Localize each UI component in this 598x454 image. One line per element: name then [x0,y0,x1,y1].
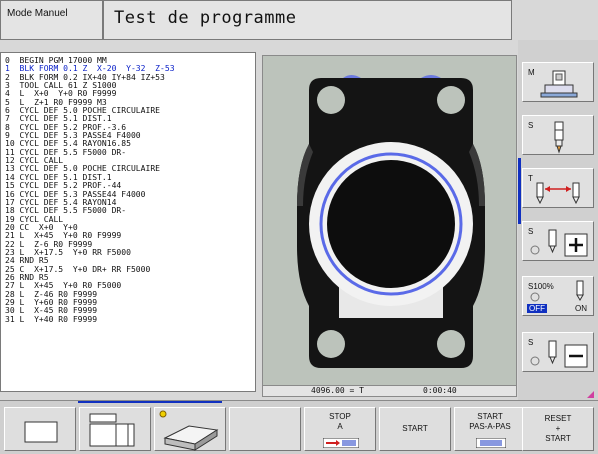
off-toggle[interactable]: OFF [527,304,547,313]
corner-hole [317,86,345,114]
block-3d-icon [159,410,219,451]
window-icon [24,421,58,443]
mode-text: Mode Manuel [7,8,68,19]
s-minus-button[interactable]: S [522,332,594,372]
start-single-block-button[interactable]: START PAS-A-PAS [454,407,526,451]
scroll-arrow-icon[interactable] [586,390,596,400]
stop-program-icon [323,438,359,448]
reset-start-button[interactable]: RESET + START [522,407,594,451]
start-pas-label-sub: PAS-A-PAS [469,422,511,431]
empty-softkey[interactable] [229,407,301,451]
spindle-icon [540,70,578,98]
spindle-plus-icon [530,229,588,257]
active-marker [518,158,521,224]
stop-label-sub: A [337,422,343,431]
mode-label: Mode Manuel [0,0,103,40]
tool-change-icon [536,182,580,205]
program-listing[interactable]: 0 BEGIN PGM 17000 MM 1 BLK FORM 0.1 Z X-2… [0,52,256,392]
reset-plus: + [555,424,561,433]
start-button[interactable]: START [379,407,451,451]
corner-hole [317,330,345,358]
page-title: Test de programme [103,0,512,40]
view-split-button[interactable] [79,407,151,451]
simulation-view [262,55,517,388]
view-single-button[interactable] [4,407,76,451]
program-line[interactable]: 31 L Y+40 R0 F9999 [5,315,255,324]
spindle-minus-icon [530,340,588,368]
bottom-softkey-bar: STOP A START START PAS-A-PAS RESET + STA… [0,400,598,454]
workpiece-graphic [297,75,485,368]
tool-icon [554,121,564,154]
stop-button[interactable]: STOP A [304,407,376,451]
view-3d-button[interactable] [154,407,226,451]
start-pas-label: START [477,412,503,421]
corner-hole [437,330,465,358]
title-text: Test de programme [114,8,297,28]
on-toggle[interactable]: ON [575,304,587,313]
split-view-icon [89,413,135,447]
t-tool-button[interactable]: T [522,168,594,208]
single-block-icon [476,438,506,448]
corner-hole [437,86,465,114]
tool-length-readout: 4096.00 = T [311,386,364,395]
m-function-button[interactable]: M [522,62,594,102]
s-plus-button[interactable]: S [522,221,594,261]
spindle-override-button[interactable]: S100% OFF ON [522,276,594,316]
s-spindle-button[interactable]: S [522,115,594,155]
reset-start-label: START [545,434,571,443]
side-softkey-panel: M S T S S100% OFF ON S [518,40,598,400]
reset-label: RESET [544,414,572,423]
stop-label: STOP [329,412,351,421]
elapsed-time: 0:00:40 [423,386,457,395]
active-group-marker [78,401,222,403]
start-label: START [402,424,428,433]
status-bar: 4096.00 = T 0:00:40 [262,385,517,397]
pocket-bore [327,160,455,288]
